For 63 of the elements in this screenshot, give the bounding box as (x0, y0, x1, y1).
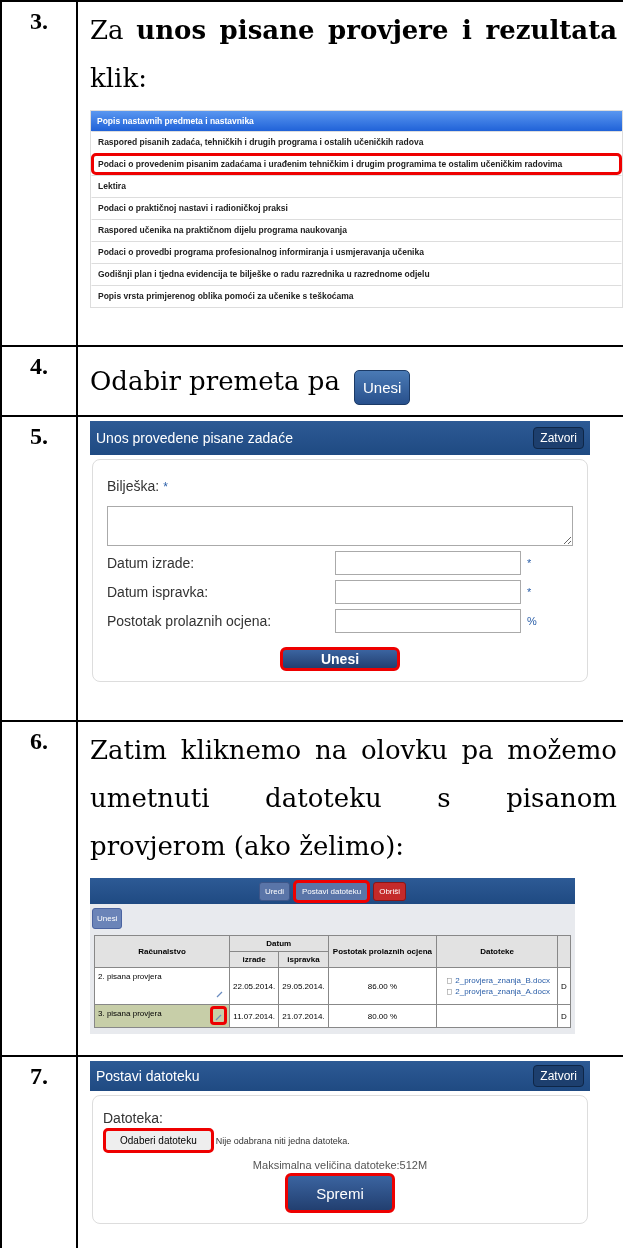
choose-file-button[interactable]: Odaberi datoteku (103, 1128, 214, 1153)
unesi-button[interactable]: Unesi (354, 370, 411, 405)
instruction-text: Odabir premeta pa (90, 365, 341, 398)
input-field[interactable] (335, 551, 521, 575)
table-cell: 22.05.2014. (229, 967, 279, 1005)
field-label: Datum ispravka: (107, 584, 210, 600)
table-cell: D (557, 1004, 571, 1028)
menu-item[interactable]: Raspored učenika na praktičnom dijelu programa naukovanja (91, 219, 622, 241)
column-header: Postotak prolaznih ocjena (328, 935, 437, 968)
menu-item[interactable]: Podaci o praktičnoj nastavi i radioničkoj praksi (91, 197, 622, 219)
close-button[interactable]: Zatvori (533, 427, 584, 449)
required-mark: * (163, 480, 168, 494)
save-button[interactable]: Spremi (285, 1173, 395, 1213)
step-number: 4. (0, 347, 78, 415)
field-label: Bilješka: (107, 478, 160, 494)
table-cell: 11.07.2014. (229, 1004, 279, 1028)
step-number: 6. (0, 722, 78, 1055)
field-label: Datum izrade: (107, 555, 196, 571)
table-cell: 3. pisana provjera (98, 1009, 162, 1018)
file-link[interactable]: 2_provjera_znanja_B.docx (455, 976, 550, 985)
add-button[interactable]: Unesi (92, 908, 123, 929)
menu-item[interactable]: Lektira (91, 175, 622, 197)
menu-item[interactable]: Godišnji plan i tjedna evidencija te bilješke o radu razrednika u razrednome odjelu (91, 263, 622, 285)
max-size-text: Maksimalna veličina datoteke:512M (251, 1159, 429, 1171)
column-header: Datoteke (436, 935, 558, 968)
close-button[interactable]: Zatvori (533, 1065, 584, 1087)
dialog-title: Unos provedene pisane zadaće (96, 430, 293, 446)
field-suffix: * (527, 557, 532, 569)
table-row-name-cell[interactable]: 2. pisana provjera (94, 967, 230, 1005)
column-header: Datum (229, 935, 329, 952)
file-status-text: Nije odabrana niti jedna datoteka. (215, 1135, 350, 1146)
step-number: 7. (0, 1057, 78, 1248)
table-cell: D (557, 967, 571, 1005)
note-input-field[interactable] (107, 506, 573, 546)
input-field[interactable] (335, 609, 521, 633)
menu-item[interactable]: Raspored pisanih zadaća, tehničkih i drugih programa i ostalih učeničkih radova (91, 131, 622, 153)
menu-item[interactable]: Podaci o provedbi programa profesionalnog informiranja i usmjeravanja učenika (91, 241, 622, 263)
toolbar-button[interactable]: Uredi (258, 881, 291, 901)
table-cell: 21.07.2014. (278, 1004, 329, 1028)
table-cell: 86.00 % (328, 967, 437, 1005)
table-row-name-cell[interactable]: 3. pisana provjera (94, 1004, 230, 1028)
column-header: Računalstvo (94, 935, 230, 968)
file-link[interactable]: 2_provjera_znanja_A.docx (455, 987, 550, 996)
field-label: Datoteka: (103, 1110, 164, 1126)
table-cell: 29.05.2014. (278, 967, 329, 1005)
field-suffix: * (527, 586, 532, 598)
instruction-text: Za unos pisane provjere i rezultata klik: (90, 14, 618, 95)
field-label: Postotak prolaznih ocjena: (107, 613, 273, 629)
step-number: 5. (0, 417, 78, 720)
pencil-icon[interactable] (210, 1006, 227, 1025)
menu-item[interactable]: Podaci o provedenim pisanim zadaćama i urađenim tehničkim i drugim programima te ostalim učeničkim radovima (91, 153, 622, 175)
toolbar-button[interactable]: Postavi datoteku (293, 879, 371, 903)
input-field[interactable] (335, 580, 521, 604)
table-cell: 2. pisana provjera (98, 972, 162, 981)
field-suffix: % (527, 615, 537, 627)
table-cell: 80.00 % (328, 1004, 437, 1028)
step-number: 3. (0, 2, 78, 345)
submit-button[interactable]: Unesi (280, 647, 400, 671)
toolbar-button[interactable]: Obriši (373, 881, 407, 901)
instruction-text: Zatim kliknemo na olovku pa možemo umetnuti datoteku s pisanom provjerom (ako želimo): (90, 734, 618, 863)
menu-header: Popis nastavnih predmeta i nastavnika (91, 111, 622, 131)
dialog-title: Postavi datoteku (96, 1068, 200, 1084)
menu-item[interactable]: Popis vrsta primjerenog oblika pomoći za učenike s teškoćama (91, 285, 622, 307)
